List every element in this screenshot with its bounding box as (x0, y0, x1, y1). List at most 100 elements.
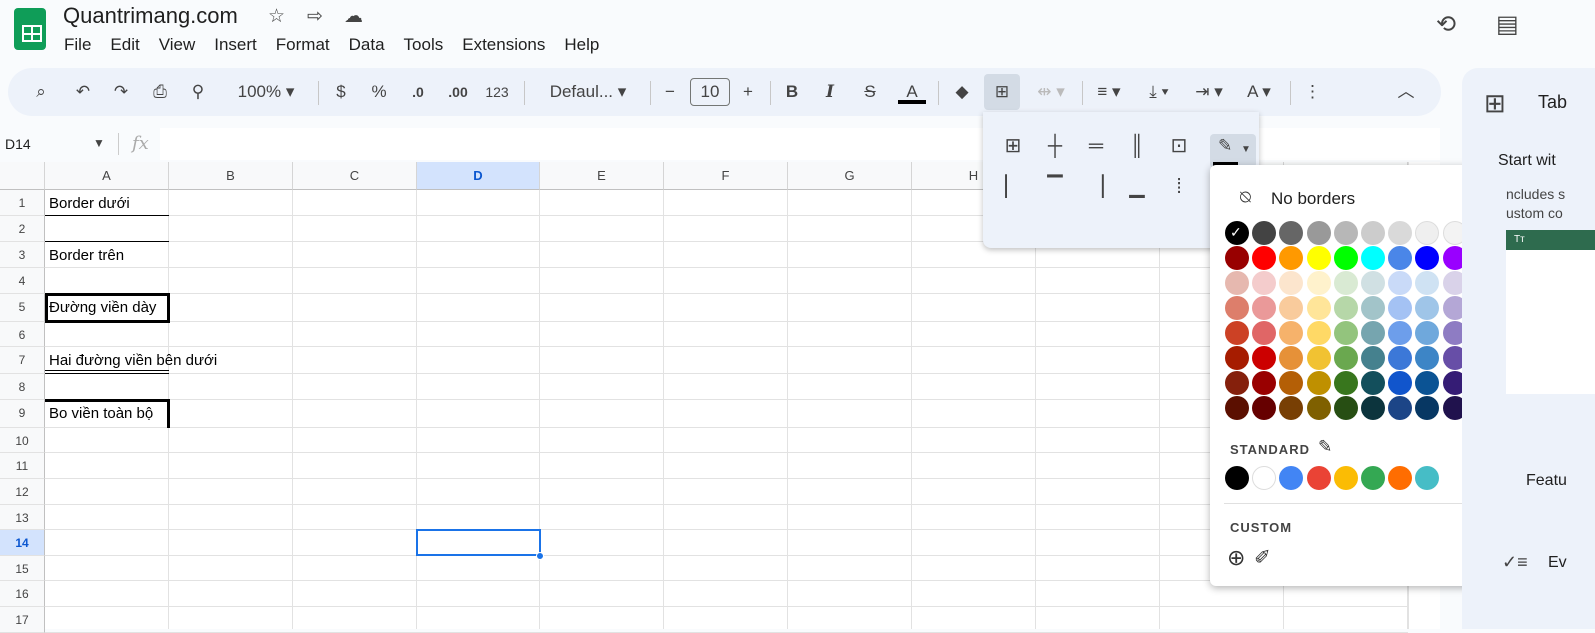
fill-color-icon[interactable]: ◆ (948, 68, 976, 116)
color-swatch[interactable] (1415, 221, 1440, 245)
cloud-saved-icon[interactable]: ☁ (344, 5, 363, 28)
more-icon[interactable]: ⋮ (1304, 68, 1321, 116)
color-swatch[interactable] (1225, 371, 1249, 395)
color-swatch[interactable] (1415, 371, 1440, 395)
font-size-input[interactable]: 10 (690, 78, 730, 106)
color-swatch[interactable] (1252, 321, 1277, 345)
color-swatch[interactable] (1415, 346, 1440, 370)
color-swatch[interactable] (1306, 371, 1331, 395)
color-swatch[interactable] (1333, 296, 1358, 320)
color-swatch[interactable] (1279, 396, 1304, 420)
row-header-15[interactable]: 15 (0, 556, 45, 581)
borders-button[interactable]: ⊞ (984, 74, 1020, 110)
side-item-features[interactable]: Featu (1526, 472, 1567, 490)
color-swatch[interactable] (1388, 371, 1413, 395)
cell-A7[interactable]: Hai đường viền bên dưới (45, 352, 217, 369)
color-swatch[interactable] (1225, 321, 1249, 345)
bottom-border-icon[interactable]: ▁ (1127, 177, 1147, 197)
color-swatch[interactable] (1388, 246, 1413, 270)
color-swatch[interactable] (1252, 346, 1277, 370)
color-swatch[interactable] (1279, 296, 1304, 320)
color-swatch[interactable] (1306, 321, 1331, 345)
name-box[interactable]: D14 (5, 136, 31, 152)
row-header-3[interactable]: 3 (0, 242, 45, 268)
column-header-C[interactable]: C (293, 162, 417, 190)
all-borders-icon[interactable]: ⊞ (1003, 136, 1023, 156)
history-icon[interactable]: ⟲ (1436, 10, 1456, 39)
fill-handle[interactable] (536, 552, 544, 560)
color-swatch[interactable] (1415, 321, 1440, 345)
document-title[interactable]: Quantrimang.com (63, 3, 238, 29)
color-swatch[interactable] (1252, 271, 1277, 295)
color-swatch[interactable] (1361, 246, 1385, 270)
column-header-G[interactable]: G (788, 162, 912, 190)
row-header-10[interactable]: 10 (0, 428, 45, 453)
color-swatch[interactable] (1252, 221, 1277, 245)
color-swatch[interactable] (1361, 271, 1385, 295)
color-swatch[interactable] (1306, 221, 1331, 245)
percent-button[interactable]: % (370, 68, 388, 116)
color-swatch[interactable] (1388, 321, 1413, 345)
clear-borders-icon[interactable]: ⁞ (1169, 177, 1189, 197)
color-swatch[interactable] (1279, 246, 1304, 270)
color-swatch[interactable] (1333, 396, 1358, 420)
cell-A3[interactable]: Border trên (45, 247, 124, 264)
color-swatch[interactable] (1333, 246, 1358, 270)
strikethrough-button[interactable]: S (860, 68, 880, 116)
menu-tools[interactable]: Tools (404, 35, 444, 55)
color-swatch[interactable] (1306, 396, 1331, 420)
row-header-13[interactable]: 13 (0, 505, 45, 530)
star-icon[interactable]: ☆ (268, 5, 285, 28)
color-swatch[interactable] (1279, 371, 1304, 395)
standard-color-swatch[interactable] (1388, 466, 1413, 490)
top-border-icon[interactable]: ▔ (1045, 177, 1065, 197)
sheets-logo[interactable] (14, 8, 46, 50)
horizontal-align-icon[interactable]: ≡ ▾ (1090, 68, 1128, 116)
color-swatch[interactable] (1306, 296, 1331, 320)
color-swatch[interactable] (1333, 321, 1358, 345)
text-rotation-icon[interactable]: A ▾ (1240, 68, 1278, 116)
color-swatch[interactable] (1333, 271, 1358, 295)
collapse-icon[interactable]: ︿ (1396, 68, 1416, 116)
color-swatch[interactable] (1252, 396, 1277, 420)
standard-color-swatch[interactable] (1252, 466, 1277, 490)
row-header-7[interactable]: 7 (0, 347, 45, 374)
no-borders-option[interactable]: No borders (1271, 189, 1355, 209)
border-color-button[interactable]: ✎ ▼ (1210, 134, 1256, 168)
color-swatch[interactable] (1361, 296, 1385, 320)
font-size-increase-button[interactable]: + (740, 68, 756, 116)
standard-color-swatch[interactable] (1225, 466, 1249, 490)
undo-icon[interactable]: ↶ (72, 68, 94, 116)
color-swatch[interactable] (1415, 296, 1440, 320)
number-format-button[interactable]: 123 (484, 68, 510, 116)
search-icon[interactable]: ⌕ (30, 68, 52, 116)
paint-format-icon[interactable]: ⚲ (188, 68, 208, 116)
menu-help[interactable]: Help (564, 35, 599, 55)
font-size-decrease-button[interactable]: − (662, 68, 678, 116)
row-header-2[interactable]: 2 (0, 216, 45, 242)
comments-icon[interactable]: ▤ (1496, 10, 1519, 39)
row-header-9[interactable]: 9 (0, 400, 45, 428)
color-swatch[interactable] (1279, 221, 1304, 245)
row-header-12[interactable]: 12 (0, 479, 45, 505)
color-swatch[interactable] (1225, 396, 1249, 420)
add-custom-color-icon[interactable]: ⊕ (1227, 545, 1245, 571)
color-swatch[interactable] (1388, 296, 1413, 320)
redo-icon[interactable]: ↷ (110, 68, 132, 116)
color-swatch[interactable] (1306, 346, 1331, 370)
italic-button[interactable]: I (822, 68, 838, 116)
left-border-icon[interactable]: ▏ (1003, 177, 1023, 197)
color-swatch[interactable] (1306, 246, 1331, 270)
column-header-B[interactable]: B (169, 162, 293, 190)
color-swatch[interactable] (1333, 221, 1358, 245)
color-swatch[interactable] (1388, 221, 1413, 245)
color-swatch[interactable] (1252, 246, 1277, 270)
standard-color-swatch[interactable] (1415, 466, 1440, 490)
move-folder-icon[interactable]: ⇨ (307, 5, 323, 28)
row-header-4[interactable]: 4 (0, 268, 45, 294)
row-header-11[interactable]: 11 (0, 453, 45, 479)
color-swatch[interactable] (1361, 371, 1385, 395)
color-swatch[interactable] (1252, 296, 1277, 320)
color-swatch[interactable] (1279, 346, 1304, 370)
menu-data[interactable]: Data (349, 35, 385, 55)
